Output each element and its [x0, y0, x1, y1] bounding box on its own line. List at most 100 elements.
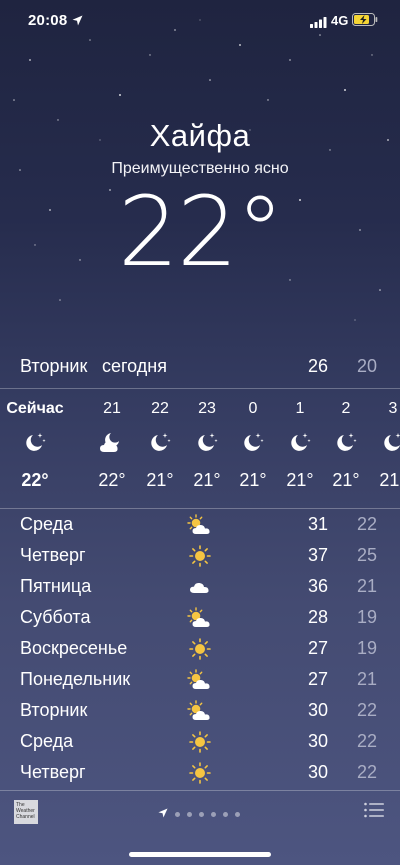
day-low: 19: [357, 607, 378, 627]
day-high: 37: [308, 545, 329, 565]
daily-row: Четверг 37 25: [0, 541, 400, 572]
day-high: 27: [308, 669, 329, 689]
hour-item: Сейчас 22°: [6, 392, 63, 492]
day-low: 22: [357, 514, 378, 534]
divider: [0, 508, 400, 509]
day-high: 27: [308, 638, 329, 658]
day-low: 22: [357, 762, 378, 782]
sun-cloud-icon: [186, 699, 214, 723]
daily-forecast[interactable]: Среда 31 22 Четверг 37 25 Пятница 36 21 …: [0, 510, 400, 789]
current-temperature: 22°: [117, 176, 284, 288]
page-dot: [211, 811, 216, 817]
hour-time: 23: [198, 400, 216, 417]
divider: [0, 388, 400, 389]
day-low: 21: [357, 669, 378, 689]
hour-temp: 21°: [379, 470, 400, 490]
weather-channel-logo[interactable]: The Weather Channel: [14, 800, 38, 824]
day-name: Вторник: [20, 700, 88, 720]
hour-item: 1 21°: [277, 392, 323, 492]
day-name: Четверг: [20, 762, 86, 782]
today-day: Вторник: [20, 356, 88, 376]
signal-bars-icon: [310, 15, 327, 33]
day-name: Воскресенье: [20, 638, 128, 658]
daily-row: Суббота 28 19: [0, 603, 400, 634]
moon-cloud-icon: [89, 426, 135, 460]
hour-time: 1: [295, 400, 305, 417]
status-time: 20:08: [28, 12, 68, 29]
hour-item: 0 21°: [230, 392, 276, 492]
today-summary: Вторник сегодня 26 20: [0, 350, 400, 388]
day-high: 30: [308, 700, 329, 720]
sun-cloud-icon: [186, 606, 214, 630]
page-dot: [187, 811, 192, 817]
list-icon[interactable]: [364, 802, 384, 823]
hour-time: 22: [151, 400, 169, 417]
hourly-forecast[interactable]: Сейчас 22° 21 22° 22 21° 23 21° 0 21° 1 …: [0, 392, 400, 507]
hour-item: 3 21°: [370, 392, 400, 492]
day-name: Суббота: [20, 607, 91, 627]
daily-row: Пятница 36 21: [0, 572, 400, 603]
location-header: Хайфа Преимущественно ясно: [0, 118, 400, 178]
sun-icon: [186, 761, 214, 785]
daily-row: Четверг 30 22: [0, 758, 400, 789]
page-dot: [223, 811, 228, 817]
moon-stars-icon: [230, 426, 276, 460]
daily-row: Среда 30 22: [0, 727, 400, 758]
moon-stars-icon: [137, 426, 183, 460]
hour-time: Сейчас: [6, 400, 64, 417]
day-name: Среда: [20, 514, 74, 534]
home-indicator[interactable]: [129, 852, 271, 857]
day-low: 21: [357, 576, 378, 596]
page-indicator[interactable]: [158, 805, 240, 823]
day-high: 30: [308, 762, 329, 782]
sun-cloud-icon: [186, 668, 214, 692]
location-arrow-icon: [158, 805, 168, 823]
page-dot: [175, 811, 180, 817]
page-dot: [235, 811, 240, 817]
today-low: 20: [357, 356, 378, 376]
moon-stars-icon: [323, 426, 369, 460]
hour-item: 21 22°: [89, 392, 135, 492]
hour-temp: 22°: [21, 470, 49, 490]
daily-row: Понедельник 27 21: [0, 665, 400, 696]
day-name: Четверг: [20, 545, 86, 565]
hour-temp: 21°: [146, 470, 174, 490]
city-name: Хайфа: [149, 118, 251, 153]
battery-charging-icon: [352, 13, 378, 31]
today-high: 26: [308, 356, 329, 376]
moon-stars-icon: [370, 426, 400, 460]
day-high: 36: [308, 576, 329, 596]
hour-item: 22 21°: [137, 392, 183, 492]
hour-temp: 21°: [286, 470, 314, 490]
hour-time: 3: [388, 400, 398, 417]
day-high: 28: [308, 607, 329, 627]
daily-row: Среда 31 22: [0, 510, 400, 541]
moon-stars-icon: [277, 426, 323, 460]
today-label: сегодня: [102, 356, 167, 376]
hour-time: 0: [248, 400, 258, 417]
day-name: Пятница: [20, 576, 92, 596]
sun-cloud-icon: [186, 513, 214, 537]
bottom-toolbar: The Weather Channel: [0, 790, 400, 835]
location-arrow-icon: [72, 13, 83, 31]
hour-item: 2 21°: [323, 392, 369, 492]
hour-temp: 21°: [239, 470, 267, 490]
hour-item: 23 21°: [184, 392, 230, 492]
day-high: 31: [308, 514, 329, 534]
page-dot: [199, 811, 204, 817]
hour-time: 21: [103, 400, 121, 417]
hour-time: 2: [341, 400, 351, 417]
hour-temp: 22°: [98, 470, 126, 490]
sun-icon: [186, 730, 214, 754]
cloud-icon: [186, 575, 214, 599]
daily-row: Вторник 30 22: [0, 696, 400, 727]
hour-temp: 21°: [332, 470, 360, 490]
sun-icon: [186, 637, 214, 661]
moon-stars-icon: [12, 426, 58, 460]
day-name: Среда: [20, 731, 74, 751]
daily-row: Воскресенье 27 19: [0, 634, 400, 665]
sun-icon: [186, 544, 214, 568]
hour-temp: 21°: [193, 470, 221, 490]
day-low: 25: [357, 545, 378, 565]
day-high: 30: [308, 731, 329, 751]
